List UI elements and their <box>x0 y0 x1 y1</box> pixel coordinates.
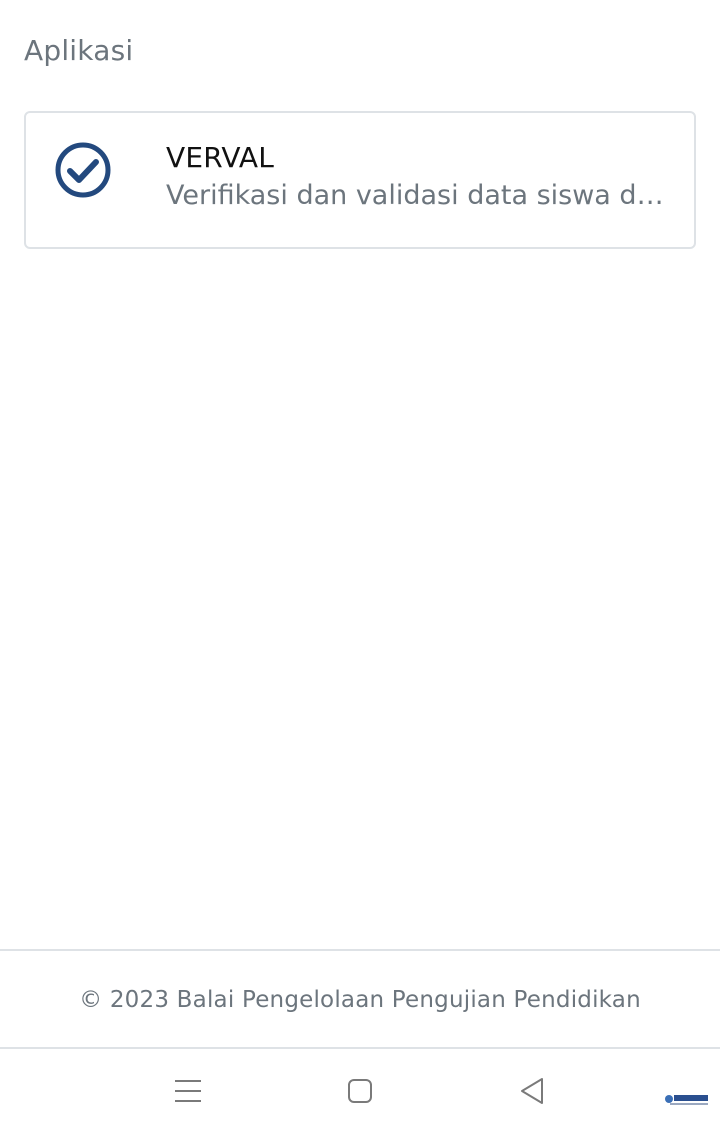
app-screen: Aplikasi VERVAL Verifikasi dan validasi … <box>0 0 720 1135</box>
app-name: VERVAL <box>166 141 275 174</box>
system-nav-bar <box>0 1049 720 1135</box>
home-icon[interactable] <box>340 1071 380 1111</box>
watermark-logo <box>664 1090 710 1108</box>
app-card-verval[interactable]: VERVAL Verifikasi dan validasi data sisw… <box>24 111 696 249</box>
back-icon[interactable] <box>512 1071 552 1111</box>
footer: © 2023 Balai Pengelolaan Pengujian Pendi… <box>0 949 720 1049</box>
footer-copyright: © 2023 Balai Pengelolaan Pengujian Pendi… <box>79 987 641 1013</box>
section-title: Aplikasi <box>24 34 134 67</box>
check-circle-icon <box>54 141 112 199</box>
app-description: Verifikasi dan validasi data siswa dan s… <box>166 180 666 211</box>
menu-icon[interactable] <box>168 1071 208 1111</box>
